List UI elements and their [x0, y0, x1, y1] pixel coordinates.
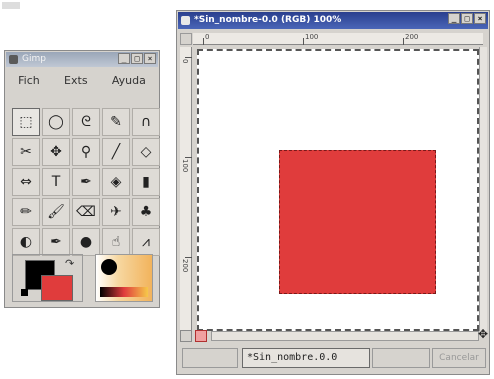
quickmask-off-icon[interactable] — [180, 330, 192, 342]
toolbox-menubar: Fich Exts Ayuda — [6, 69, 158, 91]
transform-icon[interactable]: ◇ — [132, 138, 160, 166]
close-icon[interactable]: × — [474, 13, 486, 24]
flip-icon[interactable]: ⇔ — [12, 168, 40, 196]
airbrush-icon[interactable]: ✈ — [102, 198, 130, 226]
minimize-icon[interactable]: _ — [118, 53, 130, 64]
ruler-tick — [185, 157, 192, 158]
brush-preview-icon[interactable] — [101, 259, 117, 275]
color-picker-icon[interactable]: ✒ — [72, 168, 100, 196]
coordinates-display — [182, 348, 238, 368]
swap-colors-icon[interactable]: ↷ — [65, 257, 74, 270]
vertical-ruler[interactable]: 0 100 200 — [180, 47, 192, 331]
menu-fich[interactable]: Fich — [15, 74, 43, 87]
bucket-fill-icon[interactable]: ◈ — [102, 168, 130, 196]
ruler-label: 200 — [405, 33, 419, 41]
dodge-burn-icon[interactable]: ● — [72, 228, 100, 256]
image-window: *Sin_nombre-0.0 (RGB) 100% _ □ × 0 100 2… — [176, 10, 490, 375]
magnify-icon[interactable]: ⚲ — [72, 138, 100, 166]
ruler-tick — [203, 38, 204, 45]
vertical-scrollbar[interactable] — [479, 47, 487, 331]
close-icon[interactable]: × — [144, 53, 156, 64]
maximize-icon[interactable]: □ — [131, 53, 143, 64]
rect-select-icon[interactable]: ⬚ — [12, 108, 40, 136]
horizontal-scrollbar[interactable] — [211, 331, 479, 341]
horizontal-ruler[interactable]: 0 100 200 — [193, 33, 483, 45]
menu-exts[interactable]: Exts — [61, 74, 91, 87]
minimize-icon[interactable]: _ — [448, 13, 460, 24]
ellipse-select-icon[interactable]: ◯ — [42, 108, 70, 136]
progress-bar — [372, 348, 430, 368]
gradient-preview[interactable] — [100, 287, 148, 297]
status-bar: *Sin_nombre.0.0 Cancelar — [180, 346, 486, 370]
blend-icon[interactable]: ▮ — [132, 168, 160, 196]
crop-icon[interactable]: ╱ — [102, 138, 130, 166]
corner-mark — [2, 2, 20, 9]
measure-icon[interactable]: ⩘ — [132, 228, 160, 256]
pencil-icon[interactable]: ✏ — [12, 198, 40, 226]
image-title: *Sin_nombre-0.0 (RGB) 100% — [194, 15, 342, 25]
image-titlebar[interactable]: *Sin_nombre-0.0 (RGB) 100% _ □ × — [178, 12, 488, 29]
tool-grid: ⬚ ◯ ᘓ ✎ ∩ ✂ ✥ ⚲ ╱ ◇ ⇔ T ✒ ◈ ▮ ✏ 🖌 ⌫ ✈ ♣ ◐ ✒ ● ☝ ⩘ — [12, 108, 160, 256]
fuzzy-select-icon[interactable]: ✎ — [102, 108, 130, 136]
toolbox-titlebar[interactable]: Gimp _ □ × — [6, 52, 158, 67]
gimp-app-icon — [9, 55, 18, 64]
ruler-label: 100 — [305, 33, 319, 41]
ruler-corner-menu-icon[interactable] — [180, 33, 192, 45]
eraser-icon[interactable]: ⌫ — [72, 198, 100, 226]
toolbox-title: Gimp — [22, 54, 46, 64]
ruler-label: 0 — [205, 33, 210, 41]
image-canvas[interactable] — [197, 49, 479, 331]
background-color-swatch[interactable] — [41, 275, 73, 301]
ruler-tick — [185, 257, 192, 258]
toolbox-window: Gimp _ □ × Fich Exts Ayuda ⬚ ◯ ᘓ ✎ ∩ ✂ ✥ ⚲ ╱ ◇ ⇔ T ✒… — [4, 50, 160, 308]
ruler-tick — [185, 57, 192, 58]
move-icon[interactable]: ✥ — [42, 138, 70, 166]
ruler-label: 100 — [181, 159, 189, 173]
ruler-label: 200 — [181, 259, 189, 273]
clone-icon[interactable]: ♣ — [132, 198, 160, 226]
scissors-icon[interactable]: ✂ — [12, 138, 40, 166]
smudge-icon[interactable]: ☝ — [102, 228, 130, 256]
bezier-select-icon[interactable]: ∩ — [132, 108, 160, 136]
ruler-tick — [303, 38, 304, 45]
color-selector[interactable]: ↷ — [12, 254, 83, 302]
image-window-menu-icon[interactable] — [181, 16, 190, 25]
default-colors-icon[interactable] — [21, 289, 28, 296]
navigate-icon[interactable]: ✥ — [478, 328, 488, 340]
cancel-button[interactable]: Cancelar — [432, 348, 486, 368]
maximize-icon[interactable]: □ — [461, 13, 473, 24]
convolve-icon[interactable]: ◐ — [12, 228, 40, 256]
red-filled-selection[interactable] — [279, 150, 436, 294]
quickmask-on-icon[interactable] — [195, 330, 207, 342]
brush-pattern-gradient-selector[interactable] — [95, 254, 153, 302]
free-select-icon[interactable]: ᘓ — [72, 108, 100, 136]
paintbrush-icon[interactable]: 🖌 — [42, 198, 70, 226]
menu-ayuda[interactable]: Ayuda — [109, 74, 149, 87]
status-label: *Sin_nombre.0.0 — [242, 348, 370, 368]
ruler-tick — [403, 38, 404, 45]
ink-icon[interactable]: ✒ — [42, 228, 70, 256]
ruler-label: 0 — [181, 59, 189, 64]
text-icon[interactable]: T — [42, 168, 70, 196]
